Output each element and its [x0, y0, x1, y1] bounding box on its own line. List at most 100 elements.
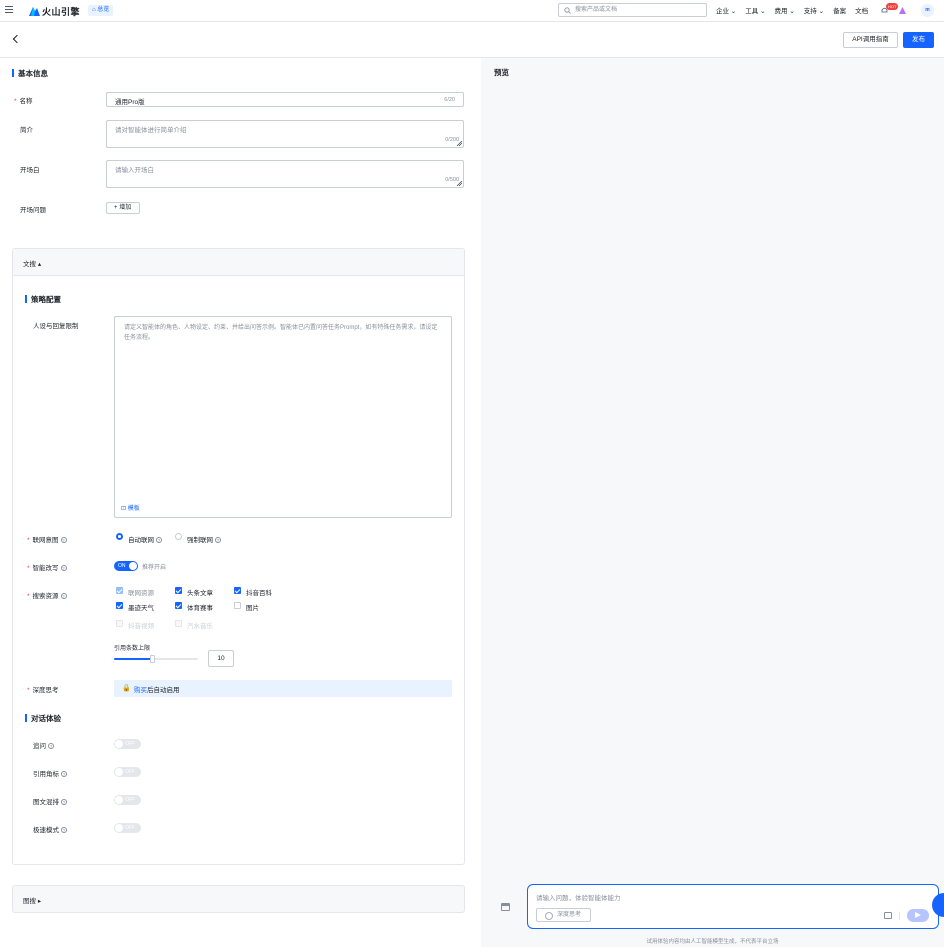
persona-label: 人设与回复限制	[33, 323, 79, 330]
intent-label: * 联网意图?	[27, 537, 67, 544]
send-button[interactable]	[907, 909, 929, 922]
help-icon[interactable]: ?	[156, 537, 162, 543]
image-upload-icon[interactable]	[884, 912, 892, 919]
help-icon[interactable]: ?	[60, 537, 67, 543]
ref-limit-label: 引用条数上限	[114, 646, 151, 652]
ref-limit-input[interactable]: 10	[208, 650, 234, 667]
chat-input[interactable]	[527, 884, 939, 929]
persona-placeholder: 请定义智能体的角色、人物设定、约束、并给出问答示例。智能体已内置问答任务Prom…	[124, 325, 438, 341]
questions-label: 开场问题	[20, 207, 46, 214]
name-counter: 6/20	[444, 97, 455, 103]
deep-think-text: 购买后自动启用	[134, 687, 180, 694]
lock-icon: 🔒	[122, 685, 131, 692]
nav-links: 企业 ⌄ 工具 ⌄ 费用 ⌄ 支持 ⌄ 备案 文档	[716, 5, 868, 15]
source-weather-checkbox[interactable]	[116, 602, 123, 609]
section-accent	[25, 714, 27, 722]
home-tab[interactable]: ⌂ 总览	[88, 5, 114, 16]
hot-badge: HOT	[886, 3, 899, 10]
intent-force-radio[interactable]	[175, 533, 182, 540]
followup-label: 追问?	[33, 743, 54, 750]
help-icon[interactable]: ?	[61, 771, 67, 777]
source-weather-label[interactable]: 墨迹天气	[128, 602, 154, 612]
intent-auto-label[interactable]: 自动联网?	[128, 534, 162, 544]
source-sports-label[interactable]: 体育赛事	[187, 602, 213, 612]
source-douyin-video-checkbox	[116, 620, 123, 627]
help-icon[interactable]: ?	[61, 827, 67, 833]
source-image-checkbox[interactable]	[234, 602, 241, 609]
help-icon[interactable]: ?	[60, 565, 67, 571]
mixed-layout-toggle[interactable]: OFF	[114, 795, 141, 805]
strategy-title: 策略配置	[25, 294, 61, 305]
name-field[interactable]: 通用Pro版 6/20	[106, 92, 464, 107]
source-qishui-label: 汽水音乐	[187, 623, 213, 630]
rewrite-toggle[interactable]: ON	[114, 561, 138, 571]
publish-button[interactable]: 发布	[903, 32, 934, 48]
template-icon: ⊡	[121, 506, 127, 512]
help-icon[interactable]: ?	[48, 743, 54, 749]
home-label: 总览	[97, 7, 110, 13]
avatar[interactable]: m	[921, 4, 934, 17]
help-icon[interactable]: ?	[61, 799, 67, 805]
nav-link-docs[interactable]: 文档	[855, 5, 868, 15]
intent-force-label[interactable]: 强制联网?	[187, 534, 221, 544]
home-icon: ⌂	[92, 7, 96, 13]
source-sports-checkbox[interactable]	[175, 602, 182, 609]
api-guide-button[interactable]: API调用指南	[843, 32, 898, 48]
preview-title: 预览	[494, 68, 509, 77]
resize-handle-icon[interactable]	[456, 140, 462, 146]
intent-auto-radio[interactable]	[116, 533, 123, 540]
add-question-button[interactable]: + 增加	[106, 202, 140, 214]
rewrite-hint: 推荐开启	[142, 565, 167, 571]
plus-icon: +	[114, 205, 118, 211]
user-level-icon[interactable]	[898, 6, 907, 15]
citation-label: 引用角标?	[33, 771, 67, 778]
caret-right-icon: ▸	[37, 898, 42, 905]
divider	[899, 912, 900, 920]
source-toutiao-label[interactable]: 头条文章	[187, 587, 213, 597]
name-label: * 名称	[14, 98, 33, 105]
sources-label: * 搜索资源?	[27, 593, 67, 600]
source-toutiao-checkbox[interactable]	[175, 587, 182, 594]
template-link[interactable]: ⊡ 模板	[121, 503, 140, 512]
intro-placeholder: 请对智能体进行简单介绍	[115, 127, 187, 134]
nav-link-billing[interactable]: 费用 ⌄	[775, 5, 795, 15]
source-image-label[interactable]: 图片	[246, 602, 259, 612]
chat-placeholder: 请输入问题，体验智能体能力	[536, 895, 621, 902]
help-icon[interactable]: ?	[60, 593, 67, 599]
name-value: 通用Pro版	[115, 99, 145, 106]
brand-name[interactable]: 火山引擎	[42, 5, 80, 18]
nav-link-filing[interactable]: 备案	[833, 5, 846, 15]
nav-link-enterprise[interactable]: 企业 ⌄	[716, 5, 736, 15]
citation-toggle[interactable]: OFF	[114, 767, 141, 777]
wensou-header[interactable]	[13, 249, 464, 276]
persona-field[interactable]: 请定义智能体的角色、人物设定、约束、并给出问答示例。智能体已内置问答任务Prom…	[114, 316, 452, 518]
intro-field[interactable]: 请对智能体进行简单介绍 0/200	[106, 120, 464, 148]
source-web-checkbox	[116, 587, 123, 594]
preview-panel	[481, 58, 944, 947]
buy-link[interactable]: 购买	[134, 687, 147, 694]
tusou-card[interactable]	[12, 885, 465, 913]
nav-link-tools[interactable]: 工具 ⌄	[745, 5, 765, 15]
resize-handle-icon[interactable]	[456, 180, 462, 186]
fast-mode-toggle[interactable]: OFF	[114, 823, 141, 833]
section-accent	[12, 69, 14, 77]
opening-label: 开场白	[20, 167, 40, 174]
tusou-toggle[interactable]: 图搜 ▸	[23, 895, 41, 905]
deep-think-button[interactable]: 深度思考	[536, 908, 591, 922]
basic-info-title: 基本信息	[12, 68, 48, 79]
disclaimer-text: 试用体验内容均由人工智能模型生成，不代表平台立场	[646, 939, 779, 945]
brand-logo-icon[interactable]	[29, 5, 40, 16]
opening-field[interactable]: 请输入开场白 0/500	[106, 160, 464, 188]
followup-toggle[interactable]: OFF	[114, 739, 141, 749]
source-baike-checkbox[interactable]	[234, 587, 241, 594]
wensou-toggle[interactable]: 文搜 ▴	[23, 258, 41, 268]
source-baike-label[interactable]: 抖音百科	[246, 587, 272, 597]
nav-link-support[interactable]: 支持 ⌄	[804, 5, 824, 15]
help-icon[interactable]: ?	[215, 537, 221, 543]
ref-limit-slider[interactable]	[114, 655, 198, 663]
clear-chat-icon[interactable]	[501, 903, 510, 911]
rewrite-label: * 智能改写?	[27, 565, 67, 572]
menu-icon[interactable]	[5, 6, 13, 13]
slider-thumb[interactable]	[149, 655, 155, 663]
search-input[interactable]: 搜索产品或文档	[558, 3, 707, 17]
